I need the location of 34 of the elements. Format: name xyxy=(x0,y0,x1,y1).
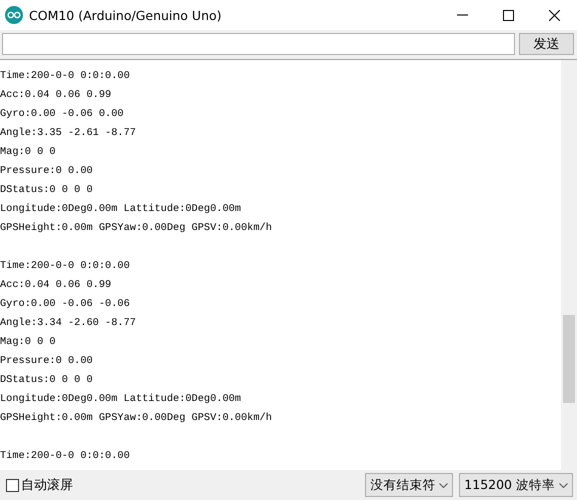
chevron-down-icon xyxy=(439,482,448,488)
scrollbar[interactable] xyxy=(561,60,577,470)
baud-rate-dropdown[interactable]: 115200 波特率 xyxy=(459,473,573,497)
output-line: Gyro:0.00 -0.06 -0.06 xyxy=(0,297,130,312)
output-line: Gyro:0.00 -0.06 0.00 xyxy=(0,107,124,122)
checkbox-label[interactable]: 自动滚屏 xyxy=(21,476,73,494)
app-logo-icon xyxy=(5,6,23,24)
output-line: Angle:3.34 -2.60 -8.77 xyxy=(0,316,136,331)
output-line: Pressure:0 0.00 xyxy=(0,164,93,179)
input-field[interactable] xyxy=(2,33,515,55)
output-line: Acc:0.04 0.06 0.99 xyxy=(0,88,112,103)
output-line: Longitude:0Deg0.00m Lattitude:0Deg0.00m xyxy=(0,202,241,217)
send-button[interactable]: 发送 xyxy=(519,33,574,55)
minimize-icon[interactable] xyxy=(456,14,468,16)
scrollbar-thumb[interactable] xyxy=(563,315,575,403)
output-line: GPSHeight:0.00m GPSYaw:0.00Deg GPSV:0.00km/h xyxy=(0,221,272,236)
output-line: DStatus:0 0 0 0 xyxy=(0,373,93,388)
maximize-icon[interactable] xyxy=(502,10,514,20)
output-line: Mag:0 0 0 xyxy=(0,145,56,160)
line-ending-dropdown[interactable]: 没有结束符 xyxy=(365,473,454,497)
output-line: Pressure:0 0.00 xyxy=(0,354,93,369)
output-line: Acc:0.04 0.06 0.99 xyxy=(0,278,112,293)
output-line: Longitude:0Deg0.00m Lattitude:0Deg0.00m xyxy=(0,392,241,407)
output-line: Mag:0 0 0 xyxy=(0,335,56,350)
output-line: Time:200-0-0 0:0:0.00 xyxy=(0,259,130,274)
window-title: COM10 (Arduino/Genuino Uno) xyxy=(29,8,223,22)
output-line: Time:200-0-0 0:0:0.00 xyxy=(0,69,130,84)
output-line: Angle:3.35 -2.61 -8.77 xyxy=(0,126,136,141)
chevron-down-icon xyxy=(559,482,568,488)
output-line: GPSHeight:0.00m GPSYaw:0.00Deg GPSV:0.00km/h xyxy=(0,411,272,426)
output-line: Time:200-0-0 0:0:0.00 xyxy=(0,449,130,464)
autoscroll-checkbox[interactable] xyxy=(6,478,19,492)
close-icon[interactable] xyxy=(548,10,560,20)
output-line: DStatus:0 0 0 0 xyxy=(0,183,93,198)
